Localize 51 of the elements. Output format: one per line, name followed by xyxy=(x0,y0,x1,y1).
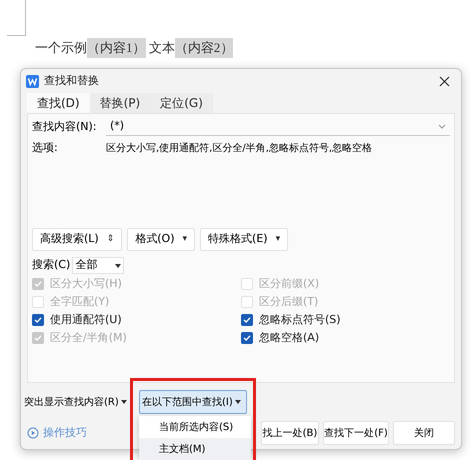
checkbox-label: 区分前缀(X) xyxy=(259,276,320,292)
checkbox[interactable] xyxy=(32,314,44,326)
document-text: （内容2） xyxy=(174,38,234,58)
menu-item[interactable]: 当前所选内容(S) xyxy=(139,416,251,438)
document-text: （内容1） xyxy=(87,38,146,58)
checkbox[interactable] xyxy=(241,314,253,326)
format-button[interactable]: 特殊格式(E) ▾ xyxy=(200,228,288,251)
document-text: 一个示例 xyxy=(35,39,87,57)
document-text: 文本 xyxy=(148,39,175,57)
search-scope-select[interactable]: 全部 xyxy=(72,257,124,274)
app-logo-icon xyxy=(26,74,39,88)
tab[interactable]: 查找(D) xyxy=(27,93,90,113)
action-button[interactable]: 关闭 xyxy=(393,421,455,445)
scope-dropdown[interactable]: 在以下范围中查找(I) xyxy=(139,390,247,414)
check-icon xyxy=(243,334,251,342)
checkbox-label: 忽略空格(A) xyxy=(259,330,320,346)
check-icon xyxy=(34,280,42,288)
close-icon[interactable] xyxy=(439,76,450,86)
options-summary: 区分大小写,使用通配符,区分全/半角,忽略标点符号,忽略空格 xyxy=(106,142,372,156)
caret-icon: ▾ xyxy=(276,232,280,246)
check-icon xyxy=(243,316,251,324)
checkbox-label: 使用通配符(U) xyxy=(50,312,122,328)
action-button[interactable]: 查找下一处(F) xyxy=(323,421,389,445)
caret-icon: ⇕ xyxy=(106,232,114,246)
action-button[interactable]: 找上一处(B) xyxy=(261,421,319,445)
check-icon xyxy=(34,334,42,342)
play-circle-icon xyxy=(27,427,39,439)
menu-item[interactable]: 主文档(M) xyxy=(139,438,251,460)
page-corner-mark xyxy=(7,0,26,36)
check-icon xyxy=(34,316,42,324)
format-button[interactable]: 高级搜索(L) ⇕ xyxy=(32,228,122,251)
window-title: 查找和替换 xyxy=(44,72,99,89)
tab[interactable]: 替换(P) xyxy=(90,93,150,113)
checkbox-label: 区分大小写(H) xyxy=(50,276,122,292)
caret-icon xyxy=(234,400,241,404)
chevron-down-icon[interactable] xyxy=(438,124,446,129)
checkbox-label: 区分全/半角(M) xyxy=(50,330,127,346)
checkbox-label: 忽略标点符号(S) xyxy=(259,312,341,328)
checkbox-label: 区分后缀(T) xyxy=(259,294,318,310)
field-label: 查找内容(N): xyxy=(32,118,98,135)
options-label: 选项: xyxy=(32,140,59,156)
tab[interactable]: 定位(G) xyxy=(150,93,213,113)
checkbox[interactable] xyxy=(241,332,253,344)
find-field[interactable]: (*) xyxy=(106,118,450,136)
caret-icon: ▾ xyxy=(182,232,188,246)
caret-icon xyxy=(115,264,122,268)
caret-icon xyxy=(120,400,127,404)
format-button[interactable]: 格式(O) ▾ xyxy=(127,228,196,251)
search-label: 搜索(C) xyxy=(32,257,70,274)
checkbox-label: 全字匹配(Y) xyxy=(50,294,110,310)
highlight-dropdown[interactable]: 突出显示查找内容(R) xyxy=(23,390,137,414)
